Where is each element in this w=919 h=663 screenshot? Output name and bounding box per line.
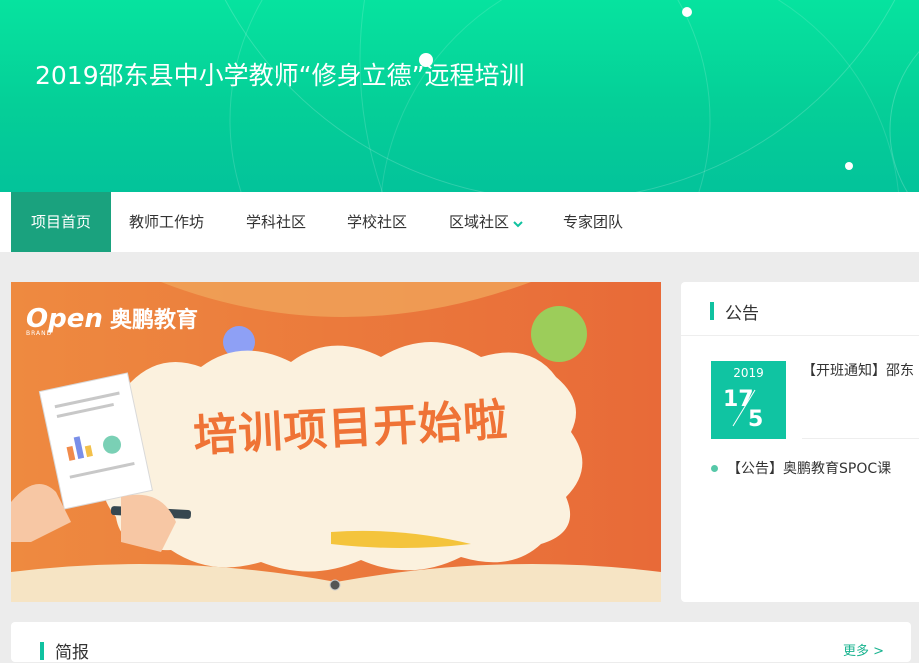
section-accent-bar (40, 642, 44, 660)
date-badge: 2019 17 5 (711, 361, 786, 439)
bullet-icon (711, 465, 718, 472)
nav-item-regional-community[interactable]: 区域社区 (449, 192, 523, 252)
notice-item[interactable]: 【公告】奥鹏教育SPOC课 (727, 458, 891, 478)
section-accent-bar (710, 302, 714, 320)
nav-item-subject-community[interactable]: 学科社区 (246, 192, 306, 252)
nav-item-teacher-workshop[interactable]: 教师工作坊 (129, 192, 204, 252)
nav-item-home[interactable]: 项目首页 (11, 192, 111, 252)
nav-item-school-community[interactable]: 学校社区 (347, 192, 407, 252)
brief-panel: 简报 更多 > (11, 622, 911, 663)
notice-title: 公告 (725, 304, 759, 324)
notice-featured-link[interactable]: 【开班通知】邵东 (802, 360, 914, 380)
chevron-down-icon (513, 193, 523, 253)
site-header: 2019邵东县中小学教师“修身立德”远程培训 (0, 0, 919, 192)
notice-header: 公告 (681, 282, 919, 336)
header-decoration (224, 0, 919, 192)
nav-item-expert-team[interactable]: 专家团队 (563, 192, 623, 252)
brand-logo: Open 奥鹏教育 BRAND (26, 302, 198, 337)
main-nav: 项目首页 教师工作坊 学科社区 学校社区 区域社区 专家团队 (0, 192, 919, 252)
more-link[interactable]: 更多 > (843, 640, 884, 659)
brief-title: 简报 (55, 643, 89, 663)
brand-name: 奥鹏教育 (109, 308, 198, 333)
divider (802, 438, 919, 439)
date-year: 2019 (733, 366, 764, 380)
page-title: 2019邵东县中小学教师“修身立德”远程培训 (35, 61, 525, 90)
banner-carousel[interactable]: Open 奥鹏教育 BRAND 培训项目开始啦 (11, 282, 661, 602)
date-month: 5 (748, 407, 764, 432)
notice-panel: 公告 2019 17 5 【开班通知】邵东 【公告】奥鹏教育SPOC课 (681, 282, 919, 602)
nav-item-label: 区域社区 (449, 213, 510, 231)
